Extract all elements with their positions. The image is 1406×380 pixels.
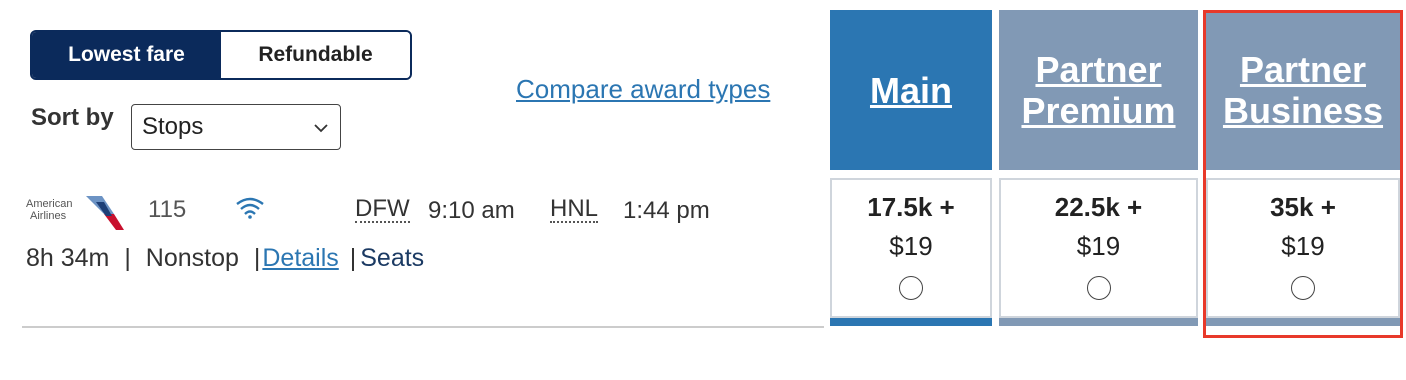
flight-meta: 8h 34m | Nonstop |Details | Seats [26, 244, 424, 273]
fare-column-partner-business: Partner Business 35k + $19 [1206, 10, 1400, 326]
fare-miles: 22.5k + [1054, 192, 1143, 222]
flight-number: 115 [148, 196, 187, 223]
sort-select[interactable]: Stops [131, 104, 341, 150]
sort-selected-value: Stops [142, 113, 204, 140]
american-airlines-logo: American Airlines [26, 192, 130, 232]
aa-tail-icon [86, 196, 124, 230]
fare-header-main: Main [830, 10, 992, 170]
fare-column-main: Main 17.5k + $19 [830, 10, 992, 326]
separator: | [124, 244, 131, 272]
separator: | [349, 244, 357, 272]
fare-title-partner-business[interactable]: Partner Business [1223, 49, 1383, 131]
fare-cell-partner-premium[interactable]: 22.5k + $19 [999, 178, 1198, 318]
flight-row: American Airlines 115 DFW 9:10 am HNL 1:… [22, 180, 822, 328]
wifi-icon [236, 197, 264, 219]
refundable-tab[interactable]: Refundable [221, 32, 410, 78]
sort-by-label: Sort by [31, 104, 114, 131]
arrival-airport[interactable]: HNL [550, 197, 599, 223]
details-link[interactable]: Details [262, 244, 338, 272]
fare-price: $19 [1281, 231, 1325, 261]
fare-price: $19 [1076, 231, 1121, 261]
logo-text-line1: American [26, 198, 73, 210]
chevron-down-icon [314, 124, 328, 133]
fare-type-toggle: Lowest fare Refundable [30, 30, 412, 80]
fare-radio-partner-business[interactable] [1291, 276, 1315, 300]
fare-header-partner-business: Partner Business [1206, 10, 1400, 170]
flight-duration: 8h 34m [26, 244, 110, 272]
compare-award-types-link[interactable]: Compare award types [516, 74, 770, 105]
separator: | [253, 244, 261, 272]
fare-price: $19 [889, 231, 933, 261]
seats-link[interactable]: Seats [360, 244, 424, 272]
lowest-fare-tab[interactable]: Lowest fare [32, 32, 221, 78]
stops-info: Nonstop [145, 244, 239, 272]
fare-title-main[interactable]: Main [870, 70, 952, 111]
departure-time: 9:10 am [428, 197, 515, 224]
fare-bar [830, 318, 992, 326]
fare-cell-partner-business[interactable]: 35k + $19 [1206, 178, 1400, 318]
fare-miles: 17.5k + [867, 192, 955, 222]
fare-bar [999, 318, 1198, 326]
fare-header-partner-premium: Partner Premium [999, 10, 1198, 170]
arrival-time: 1:44 pm [623, 197, 710, 224]
logo-text-line2: Airlines [30, 210, 67, 222]
fare-miles: 35k + [1270, 192, 1336, 222]
fare-cell-main[interactable]: 17.5k + $19 [830, 178, 992, 318]
row-divider [22, 326, 824, 328]
fare-column-partner-premium: Partner Premium 22.5k + $19 [999, 10, 1198, 326]
departure-airport[interactable]: DFW [355, 197, 410, 223]
fare-bar [1206, 318, 1400, 326]
fare-title-partner-premium[interactable]: Partner Premium [1021, 49, 1175, 131]
fare-radio-main[interactable] [899, 276, 923, 300]
fare-radio-partner-premium[interactable] [1086, 276, 1111, 300]
